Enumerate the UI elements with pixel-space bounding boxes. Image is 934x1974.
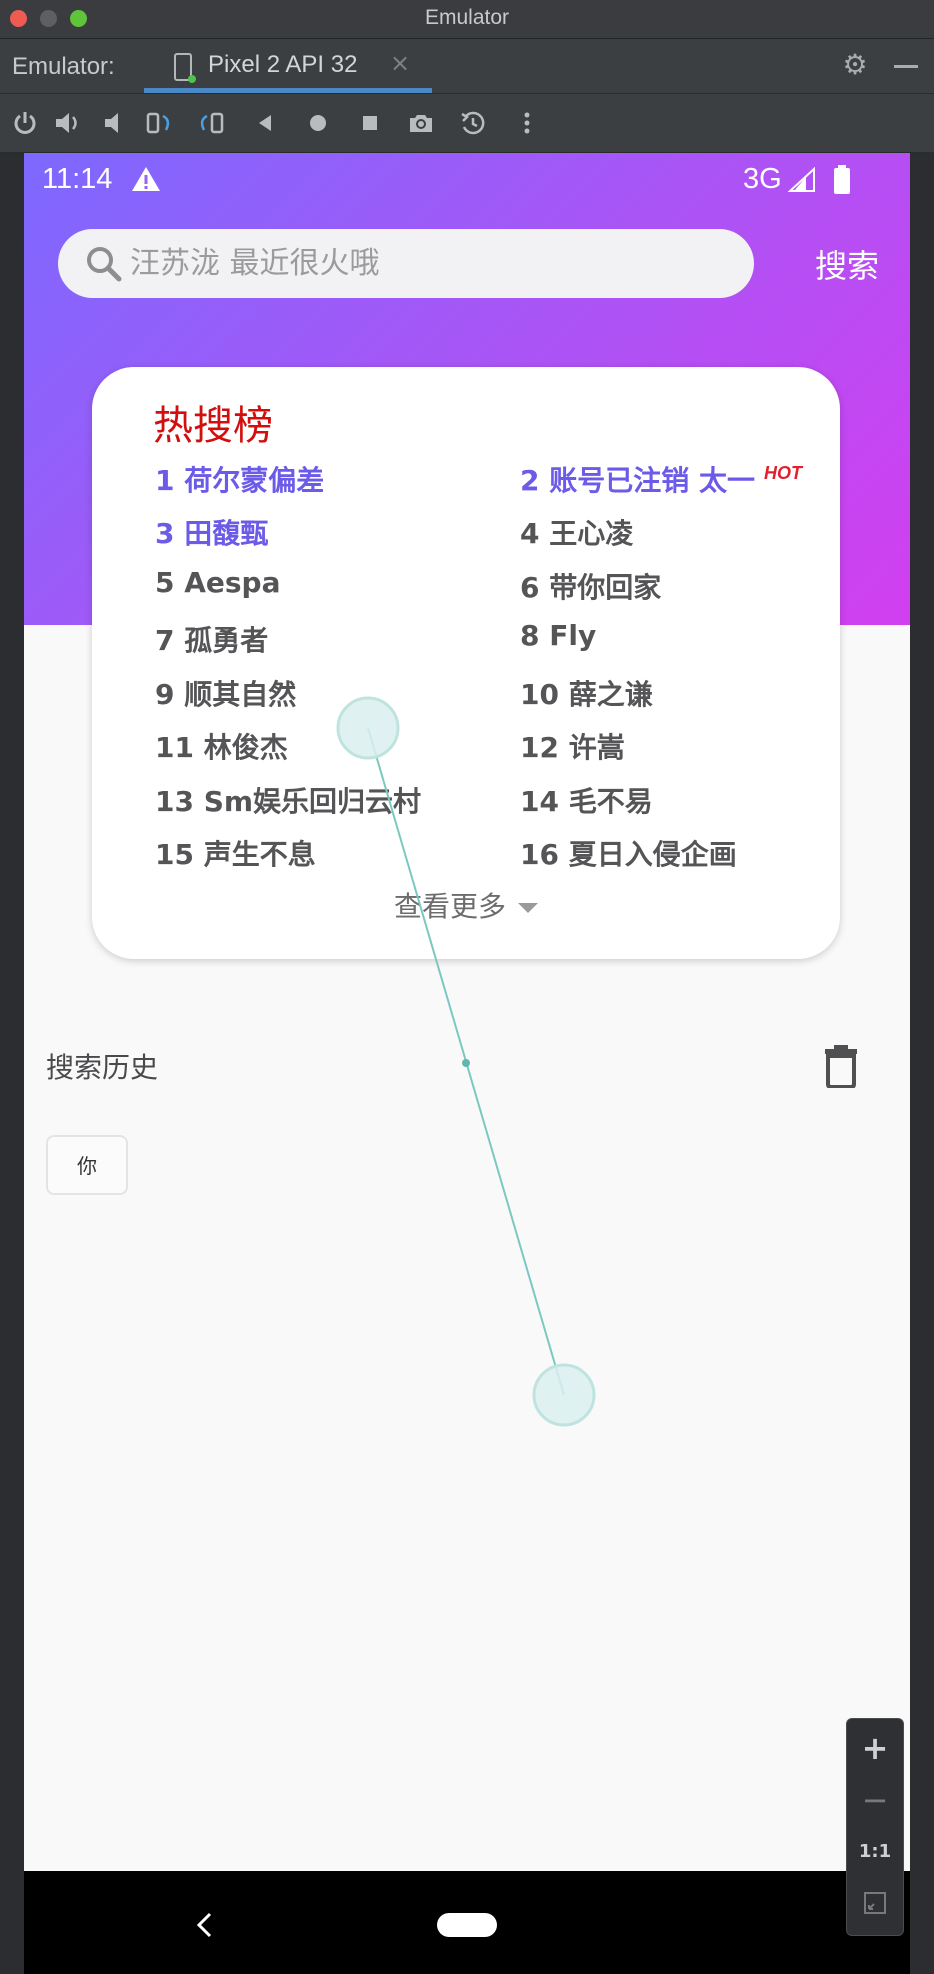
- gesture-midpoint: [462, 1059, 470, 1067]
- touch-end-indicator: [532, 1363, 596, 1427]
- window-titlebar: Emulator: [0, 0, 934, 39]
- actual-size-button[interactable]: 1:1: [847, 1841, 903, 1862]
- volume-up-icon[interactable]: [52, 108, 82, 138]
- rotate-right-icon[interactable]: [196, 108, 226, 138]
- device-tab-label: Pixel 2 API 32: [208, 51, 358, 78]
- emulator-frame-right: [910, 153, 934, 1974]
- hide-panel-icon[interactable]: [894, 65, 918, 68]
- phone-screen: 11:14 3G 搜索 热搜榜 HOT 1 荷尔蒙偏差 2 账号已注销 太一 3…: [24, 153, 910, 1871]
- touch-gesture-overlay: [336, 696, 596, 1427]
- fit-screen-icon[interactable]: [863, 1891, 887, 1915]
- overview-icon[interactable]: [355, 108, 385, 138]
- camera-icon[interactable]: [406, 108, 436, 138]
- emulator-tool-header: Emulator: Pixel 2 API 32 ×: [0, 39, 934, 94]
- volume-down-icon[interactable]: [100, 108, 130, 138]
- emulator-toolbar: [0, 94, 934, 153]
- snapshot-restore-icon[interactable]: [458, 108, 488, 138]
- emulator-frame-left: [0, 153, 24, 1974]
- nav-home-pill[interactable]: [437, 1913, 497, 1937]
- gear-icon[interactable]: ⚙: [842, 51, 868, 79]
- tab-device[interactable]: Pixel 2 API 32 ×: [144, 39, 432, 93]
- android-nav-bar: [24, 1871, 910, 1974]
- power-icon[interactable]: [10, 108, 40, 138]
- tool-window-label: Emulator:: [12, 53, 115, 80]
- more-options-icon[interactable]: [512, 108, 542, 138]
- device-phone-icon: [174, 53, 196, 83]
- zoom-in-button[interactable]: +: [847, 1729, 903, 1767]
- window-title: Emulator: [424, 6, 510, 29]
- zoom-out-button[interactable]: −: [847, 1781, 903, 1819]
- zoom-controls: + − 1:1: [846, 1718, 904, 1936]
- back-icon[interactable]: [251, 108, 281, 138]
- touch-start-indicator: [336, 696, 400, 760]
- home-icon[interactable]: [303, 108, 333, 138]
- rotate-left-icon[interactable]: [144, 108, 174, 138]
- tab-close-icon[interactable]: ×: [390, 49, 410, 77]
- tab-active-underline: [144, 88, 432, 93]
- nav-back-icon[interactable]: [194, 1911, 214, 1939]
